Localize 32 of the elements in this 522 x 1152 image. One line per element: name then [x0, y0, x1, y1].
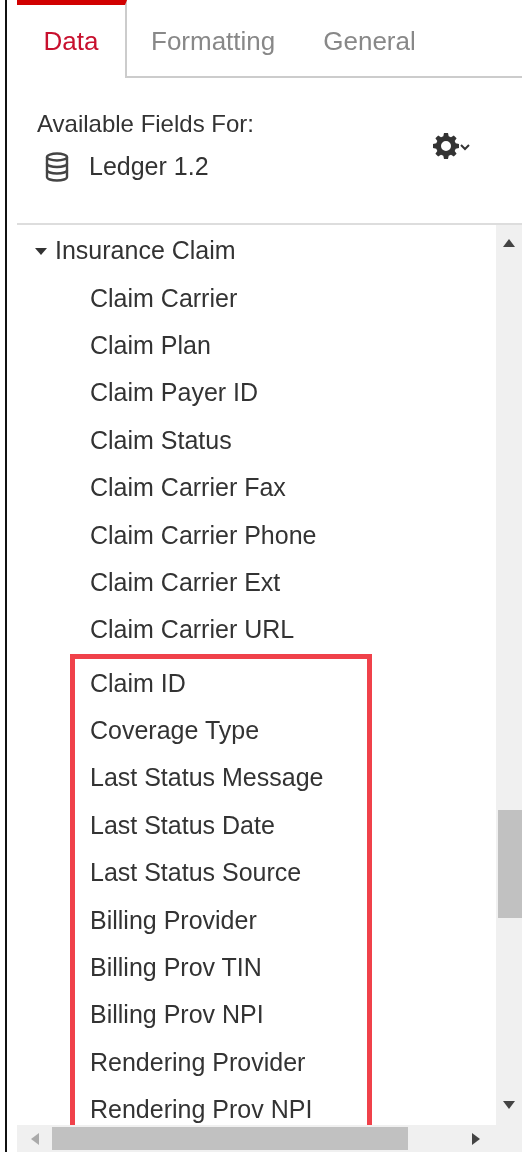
field-item[interactable]: Claim Carrier URL: [17, 606, 496, 654]
field-item[interactable]: Billing Prov TIN: [75, 943, 367, 992]
field-item[interactable]: Rendering Prov NPI: [75, 1086, 367, 1125]
fields-heading: Available Fields For:: [37, 109, 254, 138]
scroll-right-icon[interactable]: [472, 1132, 480, 1145]
field-item[interactable]: Claim Carrier: [17, 274, 496, 322]
scroll-down-icon[interactable]: [503, 1101, 515, 1109]
scrollbar-thumb[interactable]: [498, 810, 522, 918]
field-item[interactable]: Rendering Provider: [75, 1038, 367, 1087]
horizontal-scrollbar[interactable]: [17, 1125, 522, 1152]
field-item[interactable]: Claim ID: [75, 659, 367, 707]
settings-dropdown-button[interactable]: [432, 131, 472, 160]
field-item[interactable]: Last Status Source: [75, 849, 367, 897]
data-source-name: Ledger 1.2: [89, 152, 209, 181]
settings-icon: [432, 131, 472, 160]
field-item[interactable]: Claim Plan: [17, 321, 496, 370]
field-item[interactable]: Coverage Type: [75, 706, 367, 755]
scroll-up-icon[interactable]: [503, 239, 515, 247]
scrollbar-thumb[interactable]: [52, 1127, 408, 1150]
tab[interactable]: Data: [17, 0, 127, 78]
field-item[interactable]: Claim Carrier Ext: [17, 558, 496, 607]
field-item[interactable]: Claim Carrier Phone: [17, 511, 496, 559]
database-icon: [45, 151, 69, 182]
field-item[interactable]: Claim Payer ID: [17, 369, 496, 417]
vertical-scrollbar[interactable]: [496, 225, 522, 1125]
field-item[interactable]: Billing Provider: [75, 896, 367, 944]
field-item[interactable]: Billing Prov NPI: [75, 991, 367, 1039]
field-item[interactable]: Last Status Message: [75, 754, 367, 802]
field-item[interactable]: Claim Status: [17, 416, 496, 464]
field-item[interactable]: Last Status Date: [75, 801, 367, 850]
field-item[interactable]: Claim Carrier Fax: [17, 463, 496, 512]
tree-group-item[interactable]: Insurance Claim: [17, 227, 496, 275]
